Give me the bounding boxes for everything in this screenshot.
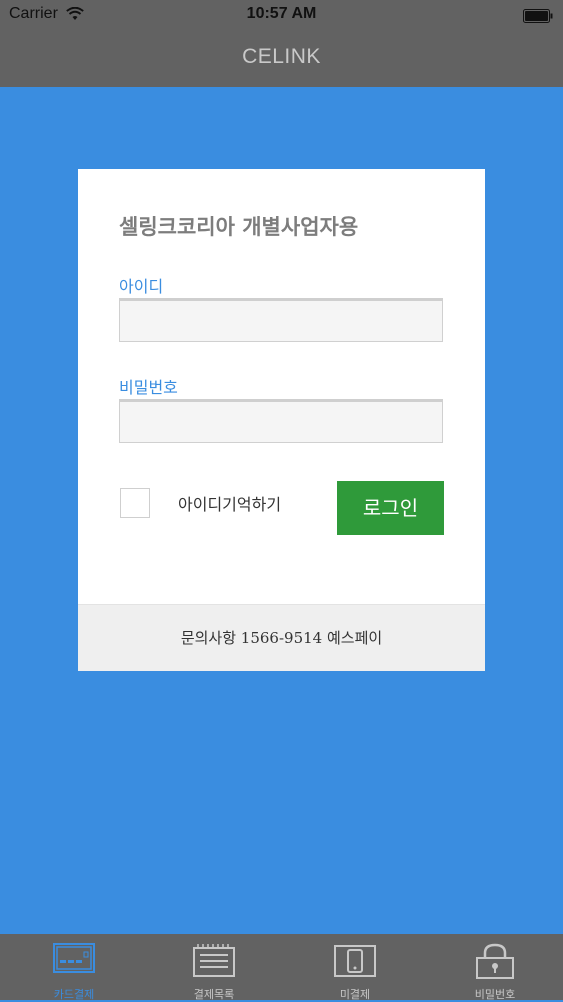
phone-icon: [334, 945, 376, 977]
remember-id-label[interactable]: 아이디기억하기: [178, 491, 281, 515]
lock-icon: [476, 943, 514, 979]
password-input[interactable]: [119, 399, 443, 443]
status-bar: Carrier 10:57 AM: [0, 0, 563, 30]
list-icon: [193, 944, 235, 977]
id-label: 아이디: [119, 277, 164, 296]
contact-info: 문의사항 1566-9514 예스페이: [180, 629, 383, 647]
login-card: 셀링크코리아 개별사업자용 아이디 비밀번호 아이디기억하기 로그인 문의사항 …: [78, 169, 485, 671]
login-button[interactable]: 로그인: [337, 481, 444, 535]
battery-icon: [523, 8, 553, 23]
tab-unpaid[interactable]: 미결제: [285, 934, 425, 1001]
tab-payment-list[interactable]: 결제목록: [144, 934, 284, 1001]
tab-password[interactable]: 비밀번호: [425, 934, 563, 1001]
app-title: CELINK: [242, 45, 321, 68]
remember-id-checkbox[interactable]: [120, 488, 150, 518]
id-input[interactable]: [119, 298, 443, 342]
tab-card-payment[interactable]: 카드결제: [4, 934, 144, 1001]
tab-bar: 카드결제 결제목록 미결제 비밀번호: [0, 934, 563, 1001]
nav-bar: CELINK: [0, 30, 563, 87]
clock: 10:57 AM: [246, 5, 317, 22]
password-label: 비밀번호: [119, 378, 178, 397]
card-footer: 문의사항 1566-9514 예스페이: [78, 604, 485, 671]
login-heading: 셀링크코리아 개별사업자용: [119, 215, 359, 239]
credit-card-icon: [53, 943, 95, 973]
